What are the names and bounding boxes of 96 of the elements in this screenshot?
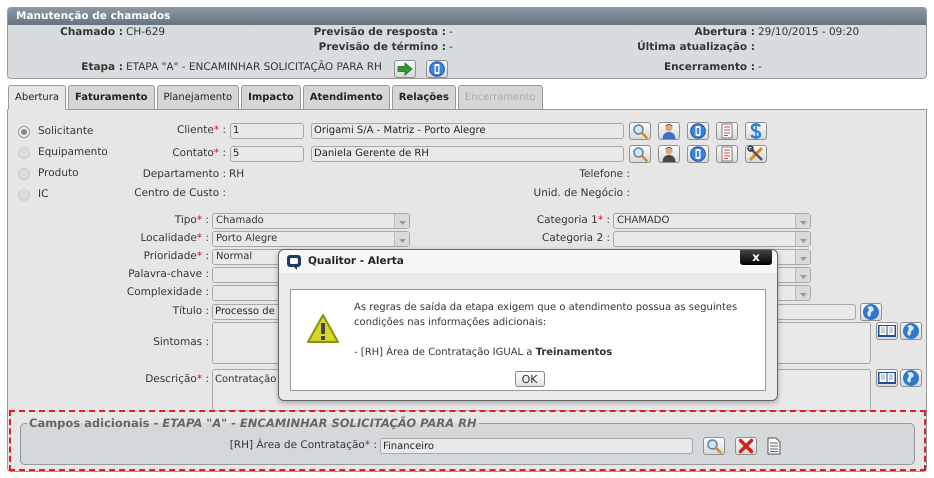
info-value: - <box>449 40 453 56</box>
radio-option[interactable]: IC <box>18 184 118 205</box>
person-icon <box>661 122 677 138</box>
info-label: Etapa : <box>80 60 124 75</box>
warning-icon <box>306 313 340 345</box>
icon-button[interactable] <box>745 144 767 162</box>
icon-button[interactable] <box>876 369 898 387</box>
dropdown-arrow-icon <box>800 275 806 279</box>
field-label: Categoria 2 : <box>541 231 611 246</box>
field-label: Contato* : <box>171 146 227 161</box>
info-label: Previsão de término : <box>318 40 447 56</box>
section-legend: Campos adicionais - ETAPA "A" - ENCAMINHAR SOLICITAÇÃO PARA RH <box>27 415 479 432</box>
info-label: Abertura : <box>693 24 756 40</box>
name-field[interactable]: Daniela Gerente de RH <box>311 146 624 162</box>
dropdown[interactable]: Porto Alegre <box>212 231 410 247</box>
info-value: ETAPA "A" - ENCAMINHAR SOLICITAÇÃO PARA RH <box>126 60 382 75</box>
info-label: Última atualização : <box>636 40 756 56</box>
info-icon <box>428 61 445 77</box>
info-label: Encerramento : <box>662 60 756 75</box>
ok-button[interactable]: OK <box>514 371 544 387</box>
code-field[interactable]: 5 <box>230 146 304 162</box>
dollar-icon <box>748 122 764 140</box>
radio-option[interactable]: Equipamento <box>18 142 118 163</box>
icon-button[interactable] <box>426 60 448 78</box>
search-button[interactable] <box>703 437 725 456</box>
magnifier-icon <box>632 122 648 138</box>
tab[interactable]: Relações <box>392 85 456 110</box>
info-label: Chamado : <box>59 24 124 40</box>
field-label: [RH] Área de Contratação* : <box>228 438 378 454</box>
info-value: - <box>758 60 762 75</box>
document-icon <box>720 122 734 138</box>
globe-icon <box>902 369 920 387</box>
dropdown-arrow-icon <box>398 221 406 225</box>
field-label: Sintomas : <box>152 335 210 350</box>
tools-icon <box>747 144 765 162</box>
field-label: Cliente* : <box>176 122 227 138</box>
dropdown-arrow-icon <box>800 293 806 297</box>
person-icon <box>661 146 677 162</box>
alert-message: As regras de saída da etapa exigem que o atendimento possua as seguintes condições nas informações adicionais: <box>354 301 738 330</box>
field-label: Localidade* : <box>140 231 210 246</box>
delete-icon <box>738 438 754 454</box>
radio-option[interactable]: Produto <box>18 163 118 184</box>
field-label: Palavra-chave : <box>127 267 210 282</box>
dropdown-arrow-icon <box>800 257 806 261</box>
info-icon <box>690 122 706 138</box>
field-label: Tipo* : <box>174 213 210 228</box>
document-icon <box>720 146 734 162</box>
tab[interactable]: Atendimento <box>302 85 390 110</box>
search-button[interactable] <box>629 122 651 140</box>
info-value: 29/10/2015 - 09:20 <box>758 24 860 40</box>
icon-button[interactable] <box>687 144 709 162</box>
dropdown[interactable]: CHAMADO <box>613 213 811 229</box>
info-value: - <box>449 24 453 40</box>
chat-bubble-icon <box>286 254 302 270</box>
name-field[interactable]: Origami S/A - Matriz - Porto Alegre <box>311 122 624 138</box>
dropdown-arrow-icon <box>800 239 806 243</box>
info-icon <box>690 146 706 162</box>
magnifier-icon <box>706 438 722 454</box>
document-icon[interactable] <box>767 437 781 456</box>
field-label: Título : <box>172 304 210 319</box>
search-button[interactable] <box>629 144 651 162</box>
field-label: Centro de Custo : <box>133 186 227 201</box>
field-label: Telefone : <box>578 166 631 182</box>
dropdown[interactable]: Chamado <box>212 213 410 229</box>
globe-icon <box>862 302 880 320</box>
dropdown-arrow-icon <box>398 239 406 243</box>
tab[interactable]: Impacto <box>241 85 301 110</box>
icon-button[interactable] <box>658 144 680 162</box>
dialog-title: Qualitor - Alerta <box>308 254 404 269</box>
magnifier-icon <box>632 146 648 162</box>
alert-condition: - [RH] Área de Contratação IGUAL a Treinamentos <box>354 345 614 360</box>
book-icon <box>877 370 897 386</box>
text-field[interactable]: Financeiro <box>380 438 693 454</box>
code-field[interactable]: 1 <box>230 122 304 138</box>
close-button[interactable]: x <box>740 250 772 265</box>
arrow-right-icon <box>396 62 413 76</box>
info-value: RH <box>229 166 246 182</box>
dropdown-arrow-icon <box>800 221 806 225</box>
globe-icon <box>902 322 920 340</box>
tab[interactable]: Abertura <box>8 85 66 110</box>
field-label: Prioridade* : <box>142 249 210 264</box>
icon-button[interactable] <box>876 322 898 340</box>
tab[interactable]: Faturamento <box>68 85 154 110</box>
field-label: Complexidade : <box>126 285 210 300</box>
icon-button[interactable] <box>687 122 709 140</box>
field-label: Unid. de Negócio : <box>532 186 631 201</box>
info-label: Previsão de resposta : <box>312 24 447 40</box>
panel-title: Manutenção de chamados <box>8 8 926 25</box>
radio-option[interactable]: Solicitante <box>18 121 118 142</box>
icon-button[interactable] <box>394 60 416 78</box>
book-icon <box>877 323 897 339</box>
field-label: Descrição* : <box>144 372 210 387</box>
tab[interactable]: Planejamento <box>156 85 240 110</box>
field-label: Categoria 1* : <box>536 213 611 228</box>
field-label: Departamento : <box>142 166 227 182</box>
info-value: CH-629 <box>126 24 166 40</box>
